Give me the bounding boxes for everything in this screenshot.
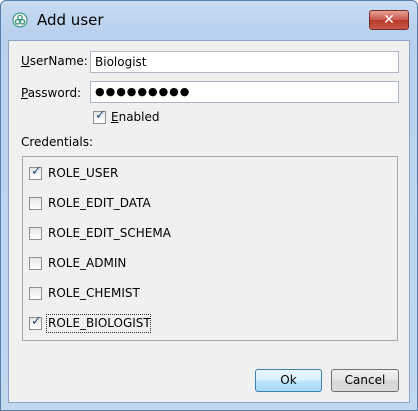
role-edit-schema-checkbox[interactable] — [29, 227, 42, 240]
dialog-body: UserName: Biologist Password: ●●●●●●●●● … — [8, 40, 410, 403]
role-edit-data-label: ROLE_EDIT_DATA — [48, 196, 151, 210]
credentials-label: Credentials: — [21, 135, 94, 149]
role-chemist-label: ROLE_CHEMIST — [48, 286, 140, 300]
role-edit-data-checkbox[interactable] — [29, 197, 42, 210]
close-icon: ✕ — [383, 12, 395, 28]
role-admin-label: ROLE_ADMIN — [48, 256, 127, 270]
password-label: Password: — [21, 86, 82, 100]
add-user-dialog: Add user ✕ UserName: Biologist Password:… — [0, 0, 418, 411]
role-biologist-checkbox[interactable]: ✓ — [29, 314, 42, 330]
window-title: Add user — [37, 11, 104, 29]
check-icon: ✓ — [95, 108, 106, 123]
role-biologist-label: ROLE_BIOLOGIST — [48, 316, 151, 330]
role-user-checkbox[interactable]: ✓ — [29, 164, 42, 180]
role-edit-schema-label: ROLE_EDIT_SCHEMA — [48, 226, 171, 240]
close-button[interactable]: ✕ — [369, 10, 409, 30]
cancel-button[interactable]: Cancel — [331, 369, 399, 392]
ok-button[interactable]: Ok — [255, 369, 322, 392]
role-chemist-checkbox[interactable] — [29, 287, 42, 300]
password-value: ●●●●●●●●● — [95, 85, 191, 98]
enabled-checkbox[interactable]: ✓ — [93, 108, 106, 124]
role-user-label: ROLE_USER — [48, 166, 119, 180]
enabled-label: Enabled — [111, 110, 160, 124]
check-icon: ✓ — [31, 164, 42, 179]
app-logo-icon — [12, 12, 28, 28]
title-bar[interactable]: Add user ✕ — [1, 1, 417, 33]
check-icon: ✓ — [31, 314, 42, 329]
credentials-list: ✓ ROLE_USER ROLE_EDIT_DATA ROLE_EDIT_SCH… — [22, 156, 398, 341]
role-admin-checkbox[interactable] — [29, 257, 42, 270]
username-value: Biologist — [95, 55, 147, 69]
username-input[interactable]: Biologist — [90, 51, 399, 73]
username-label: UserName: — [21, 54, 88, 68]
password-input[interactable]: ●●●●●●●●● — [90, 81, 399, 103]
